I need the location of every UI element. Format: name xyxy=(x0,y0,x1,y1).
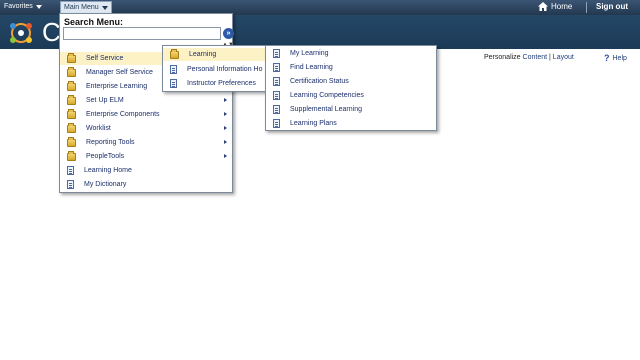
personalize-label: Personalize xyxy=(484,54,521,61)
submenu-item-label: Personal Information Ho xyxy=(187,66,263,73)
people-logo-icon xyxy=(10,23,32,43)
menu-item-worklist[interactable]: Worklist xyxy=(60,122,232,135)
menu-item-label: Learning Home xyxy=(84,167,132,174)
learning-item-label: Learning Competencies xyxy=(290,92,364,99)
document-icon xyxy=(67,180,74,189)
menu-item-enterprise-components[interactable]: Enterprise Components xyxy=(60,108,232,121)
document-icon xyxy=(273,91,280,100)
favorites-menu[interactable]: Favorites xyxy=(4,3,42,10)
favorites-label: Favorites xyxy=(4,3,33,10)
document-icon xyxy=(170,65,177,74)
menu-item-set-up-elm[interactable]: Set Up ELM xyxy=(60,94,232,107)
learning-item-label: Certification Status xyxy=(290,78,349,85)
menu-item-label: Enterprise Components xyxy=(86,111,160,118)
topbar-divider xyxy=(586,2,587,13)
menu-item-label: PeopleTools xyxy=(86,153,125,160)
document-icon xyxy=(273,77,280,86)
document-icon xyxy=(273,119,280,128)
menu-item-reporting-tools[interactable]: Reporting Tools xyxy=(60,136,232,149)
learning-item-learning-competencies[interactable]: Learning Competencies xyxy=(266,89,436,102)
document-icon xyxy=(273,105,280,114)
chevron-right-icon xyxy=(224,126,227,130)
search-go-button[interactable]: » xyxy=(223,28,234,39)
home-icon xyxy=(538,2,548,11)
personalize-links: Personalize Content | Layout xyxy=(484,54,574,61)
menu-item-label: Reporting Tools xyxy=(86,139,135,146)
document-icon xyxy=(273,63,280,72)
chevron-down-icon xyxy=(35,4,42,9)
self-service-submenu: Learning Personal Information Ho Instruc… xyxy=(162,45,266,92)
document-icon xyxy=(170,79,177,88)
chevron-down-icon xyxy=(101,5,108,10)
help-label: Help xyxy=(612,54,627,62)
folder-icon xyxy=(67,136,76,147)
menu-item-learning-home[interactable]: Learning Home xyxy=(60,164,232,177)
submenu-item-personal-information[interactable]: Personal Information Ho xyxy=(163,63,265,76)
learning-item-learning-plans[interactable]: Learning Plans xyxy=(266,117,436,130)
folder-icon xyxy=(67,52,76,63)
menu-item-label: My Dictionary xyxy=(84,181,127,188)
folder-icon xyxy=(67,66,76,77)
personalize-layout-link[interactable]: Layout xyxy=(553,54,574,61)
learning-submenu: My Learning Find Learning Certification … xyxy=(265,45,437,131)
folder-icon xyxy=(67,122,76,133)
home-link[interactable]: Home xyxy=(538,2,572,11)
folder-icon xyxy=(67,108,76,119)
submenu-item-learning[interactable]: Learning xyxy=(163,48,265,61)
search-menu-input[interactable] xyxy=(63,27,221,40)
document-icon xyxy=(67,166,74,175)
menu-item-label: Self Service xyxy=(86,55,124,62)
main-menu-dropdown: Search Menu: » ▲▼ Self Service Manager S… xyxy=(59,13,234,193)
link-separator: | xyxy=(549,54,551,61)
chevron-right-icon xyxy=(224,98,227,102)
submenu-item-label: Learning xyxy=(189,51,217,58)
learning-item-supplemental-learning[interactable]: Supplemental Learning xyxy=(266,103,436,116)
learning-item-label: Supplemental Learning xyxy=(290,106,362,113)
chevron-right-icon xyxy=(224,112,227,116)
document-icon xyxy=(273,49,280,58)
folder-icon xyxy=(67,94,76,105)
home-label: Home xyxy=(551,2,573,11)
learning-item-find-learning[interactable]: Find Learning xyxy=(266,61,436,74)
folder-icon xyxy=(170,48,179,59)
learning-item-label: Learning Plans xyxy=(290,120,337,127)
brand-logo-text: C xyxy=(42,17,61,47)
learning-item-certification-status[interactable]: Certification Status xyxy=(266,75,436,88)
submenu-item-label: Instructor Preferences xyxy=(187,80,256,87)
learning-item-label: Find Learning xyxy=(290,64,333,71)
submenu-item-instructor-preferences[interactable]: Instructor Preferences xyxy=(163,77,265,90)
menu-item-my-dictionary[interactable]: My Dictionary xyxy=(60,178,232,191)
personalize-content-link[interactable]: Content xyxy=(523,54,548,61)
menu-item-label: Manager Self Service xyxy=(86,69,153,76)
learning-item-label: My Learning xyxy=(290,50,329,57)
help-icon: ? xyxy=(604,53,610,63)
chevron-right-icon xyxy=(224,154,227,158)
menu-item-peopletools[interactable]: PeopleTools xyxy=(60,150,232,163)
menu-item-label: Worklist xyxy=(86,125,111,132)
folder-icon xyxy=(67,150,76,161)
menu-item-label: Enterprise Learning xyxy=(86,83,148,90)
help-link[interactable]: ? Help xyxy=(604,53,627,63)
chevron-right-icon xyxy=(224,140,227,144)
main-menu-label: Main Menu xyxy=(64,4,99,11)
sign-out-link[interactable]: Sign out xyxy=(596,2,628,11)
learning-item-my-learning[interactable]: My Learning xyxy=(266,47,436,60)
folder-icon xyxy=(67,80,76,91)
search-menu-title: Search Menu: xyxy=(64,17,124,27)
menu-item-label: Set Up ELM xyxy=(86,97,124,104)
